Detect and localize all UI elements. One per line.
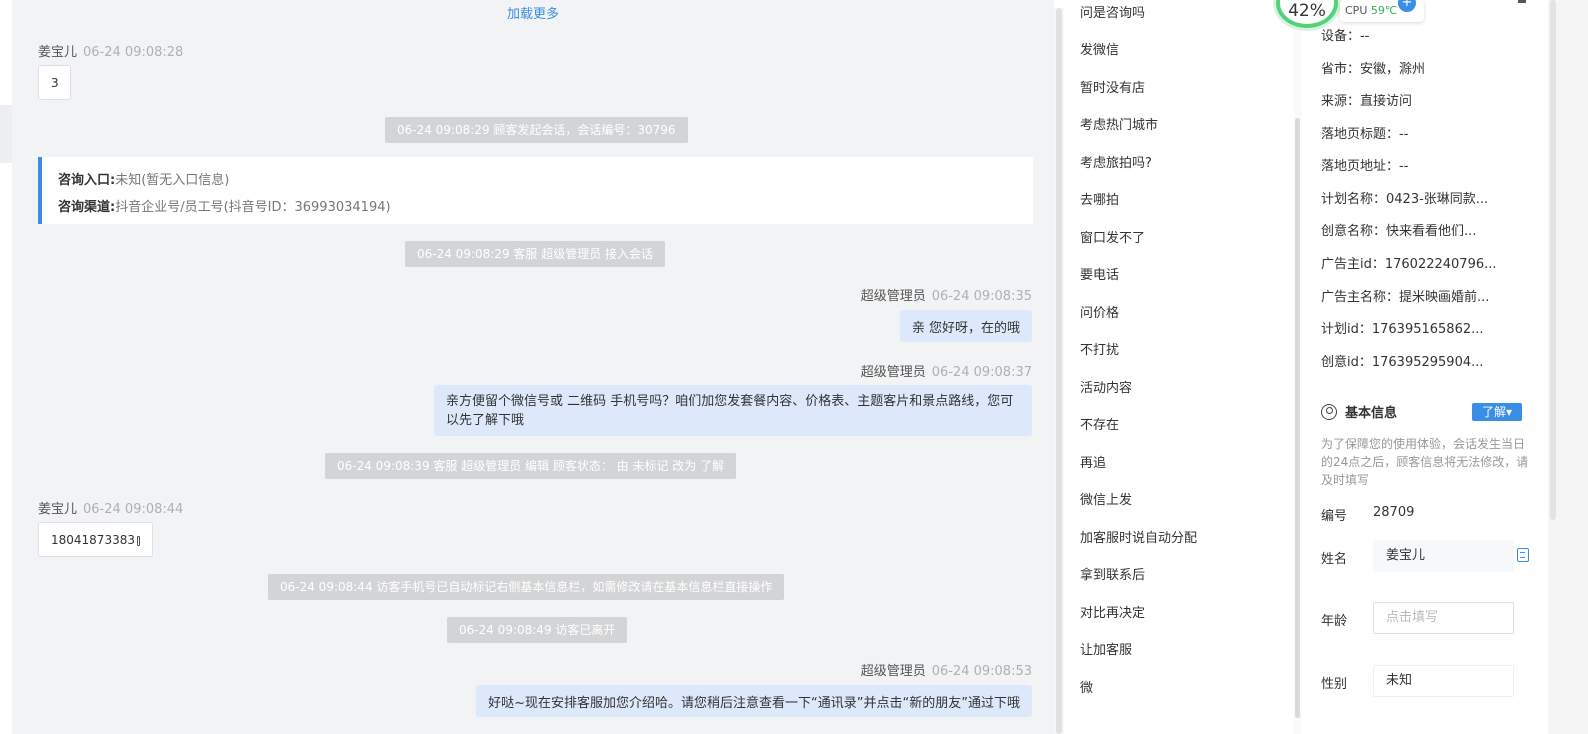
quick-reply-item[interactable]: 加客服时说自动分配 (1080, 527, 1197, 546)
consult-entry-card: 咨询入口:未知(暂无入口信息) 咨询渠道:抖音企业号/员工号(抖音号ID：369… (38, 157, 1033, 224)
message-text: 18041873383 (51, 532, 135, 547)
system-message: 06-24 09:08:49 访客已离开 (447, 617, 628, 643)
chat-scrollbar[interactable] (1054, 8, 1064, 734)
cpu-temp: 59℃ (1370, 4, 1398, 17)
info-creative-name: 创意名称：快来看看他们... (1321, 224, 1477, 239)
quick-reply-item[interactable]: 微 (1080, 677, 1093, 696)
sender-name: 超级管理员 (860, 664, 926, 679)
message-bubble: 亲 您好呀，在的哦 (899, 310, 1032, 342)
quick-reply-item[interactable]: 拿到联系后 (1080, 564, 1145, 583)
message-text: 好哒~现在安排客服加您介绍哈。请您稍后注意查看一下“通讯录”并点击“新的朋友”通… (488, 695, 1020, 711)
quick-reply-panel: 问是咨询吗 发微信 暂时没有店 考虑热门城市 考虑旅拍吗? 去哪拍 窗口发不了 … (1064, 0, 1294, 734)
quick-reply-item[interactable]: 窗口发不了 (1080, 227, 1145, 246)
sender-name: 超级管理员 (860, 365, 926, 380)
info-plan-name: 计划名称：0423-张琳同款... (1321, 192, 1489, 207)
quick-reply-item[interactable]: 发微信 (1080, 39, 1119, 58)
message-time: 06-24 09:08:37 (931, 365, 1032, 380)
edit-icon[interactable] (1517, 548, 1529, 562)
minimize-icon[interactable] (1518, 0, 1526, 3)
system-message: 06-24 09:08:29 顾客发起会话，会话编号：30796 (385, 117, 688, 143)
entry-value: 未知(暂无入口信息) (115, 173, 230, 188)
message-text: 亲 您好呀，在的哦 (911, 320, 1020, 336)
message-text: 3 (51, 75, 59, 90)
channel-row: 咨询渠道:抖音企业号/员工号(抖音号ID：36993034194) (58, 196, 391, 215)
message-meta: 超级管理员 06-24 09:08:53 (861, 660, 1032, 679)
info-scrollbar[interactable] (1548, 0, 1588, 734)
info-source: 来源：直接访问 (1321, 94, 1413, 109)
system-message: 06-24 09:08:39 客服 超级管理员 编辑 顾客状态： 由 未标记 改… (325, 453, 737, 479)
quick-reply-item[interactable]: 考虑旅拍吗? (1080, 152, 1152, 171)
info-plan-id: 计划id：176395165862... (1321, 322, 1484, 337)
copy-icon[interactable] (136, 535, 140, 546)
message-bubble: 18041873383 (38, 522, 153, 557)
quick-reply-scrollbar[interactable] (1294, 0, 1302, 734)
quick-reply-item[interactable]: 不打扰 (1080, 339, 1119, 358)
id-value: 28709 (1373, 505, 1415, 520)
cpu-label: CPU (1345, 4, 1368, 17)
chat-scroll-thumb[interactable] (1056, 8, 1062, 734)
section-title-text: 基本信息 (1345, 406, 1398, 421)
id-label: 编号 (1321, 509, 1348, 524)
basic-info-title: 基本信息 (1321, 402, 1397, 421)
info-landing-title: 落地页标题：-- (1321, 127, 1409, 142)
info-advertiser-id: 广告主id：176022240796... (1321, 257, 1497, 272)
gender-label: 性别 (1321, 677, 1348, 692)
info-device: 设备：-- (1321, 29, 1370, 44)
message-meta: 姜宝儿 06-24 09:08:44 (38, 498, 183, 517)
name-label: 姓名 (1321, 552, 1348, 567)
info-advertiser-name: 广告主名称：提米映画婚前... (1321, 290, 1490, 305)
quick-reply-item[interactable]: 去哪拍 (1080, 189, 1119, 208)
customer-status-dropdown[interactable]: 了解▾ (1472, 403, 1522, 421)
message-bubble: 好哒~现在安排客服加您介绍哈。请您稍后注意查看一下“通讯录”并点击“新的朋友”通… (476, 685, 1032, 717)
system-message: 06-24 09:08:44 访客手机号已自动标记右侧基本信息栏，如需修改请在基… (268, 574, 785, 600)
quick-reply-item[interactable]: 对比再决定 (1080, 602, 1145, 621)
sender-name: 姜宝儿 (38, 45, 78, 60)
quick-scroll-thumb[interactable] (1295, 118, 1300, 718)
info-creative-id: 创意id：176395295904... (1321, 355, 1484, 370)
load-more-link[interactable]: 加载更多 (12, 3, 1054, 22)
gender-select[interactable]: 未知 (1373, 665, 1514, 697)
left-strip (0, 0, 12, 734)
left-strip-block (0, 105, 12, 163)
sender-name: 姜宝儿 (38, 502, 78, 517)
message-time: 06-24 09:08:53 (931, 664, 1032, 679)
message-time: 06-24 09:08:44 (83, 502, 184, 517)
quick-reply-item[interactable]: 考虑热门城市 (1080, 114, 1158, 133)
channel-value: 抖音企业号/员工号(抖音号ID：36993034194) (115, 200, 391, 215)
quick-reply-item[interactable]: 问价格 (1080, 302, 1119, 321)
message-time: 06-24 09:08:35 (931, 289, 1032, 304)
quick-reply-item[interactable]: 让加客服 (1080, 639, 1132, 658)
info-region: 省市：安徽，滁州 (1321, 62, 1426, 77)
quick-reply-item[interactable]: 再追 (1080, 452, 1106, 471)
entry-row: 咨询入口:未知(暂无入口信息) (58, 169, 229, 188)
quick-reply-item[interactable]: 不存在 (1080, 414, 1119, 433)
name-field[interactable]: 姜宝儿 (1373, 540, 1514, 572)
quick-reply-item[interactable]: 问是咨询吗 (1080, 2, 1145, 21)
system-message: 06-24 09:08:29 客服 超级管理员 接入会话 (405, 241, 666, 267)
edit-notice: 为了保障您的使用体验，会话发生当日的24点之后，顾客信息将无法修改，请及时填写 (1321, 437, 1529, 487)
user-circle-icon (1321, 403, 1337, 420)
sender-name: 超级管理员 (860, 289, 926, 304)
info-scroll-thumb[interactable] (1550, 0, 1556, 520)
message-text: 亲方便留个微信号或 二维码 手机号吗？咱们加您发套餐内容、价格表、主题客片和景点… (446, 394, 1014, 428)
quick-reply-item[interactable]: 要电话 (1080, 264, 1119, 283)
chat-panel: 加载更多 姜宝儿 06-24 09:08:28 3 06-24 09:08:29 … (12, 0, 1054, 734)
message-bubble: 亲方便留个微信号或 二维码 手机号吗？咱们加您发套餐内容、价格表、主题客片和景点… (434, 385, 1032, 436)
info-landing-url: 落地页地址：-- (1321, 159, 1409, 174)
message-meta: 姜宝儿 06-24 09:08:28 (38, 41, 183, 60)
channel-label: 咨询渠道: (58, 200, 116, 215)
quick-reply-item[interactable]: 微信上发 (1080, 489, 1132, 508)
message-time: 06-24 09:08:28 (83, 45, 184, 60)
message-bubble: 3 (38, 65, 71, 100)
entry-label: 咨询入口: (58, 173, 116, 188)
quick-reply-item[interactable]: 暂时没有店 (1080, 77, 1145, 96)
age-label: 年龄 (1321, 614, 1348, 629)
quick-reply-item[interactable]: 活动内容 (1080, 377, 1132, 396)
age-input[interactable]: 点击填写 (1373, 602, 1514, 634)
message-meta: 超级管理员 06-24 09:08:37 (861, 361, 1032, 380)
customer-info-panel: 设备：-- 省市：安徽，滁州 来源：直接访问 落地页标题：-- 落地页地址：--… (1302, 0, 1548, 734)
message-meta: 超级管理员 06-24 09:08:35 (861, 285, 1032, 304)
